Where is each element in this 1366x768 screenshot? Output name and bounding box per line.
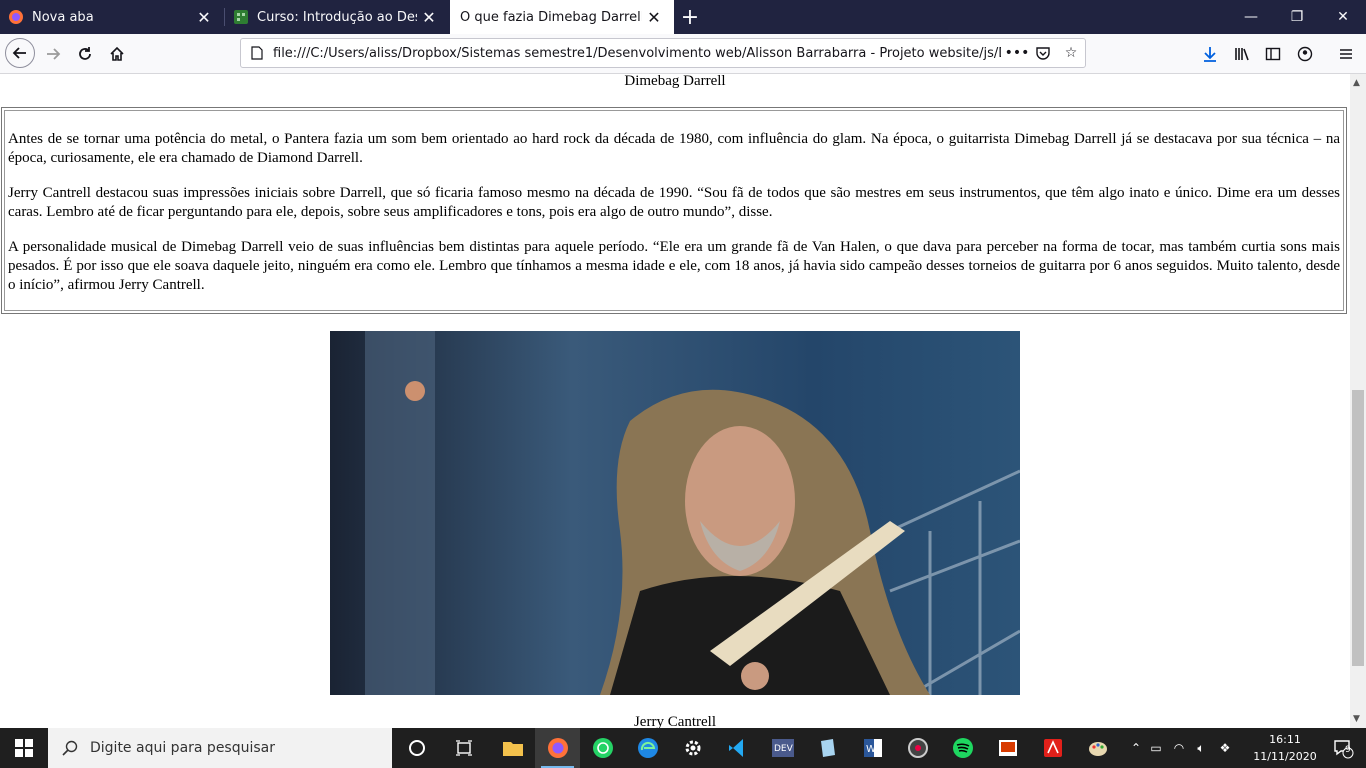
close-icon[interactable]: ✕: [192, 5, 216, 29]
article-cell: Antes de se tornar uma potência do metal…: [4, 110, 1344, 311]
home-icon[interactable]: [102, 39, 132, 69]
vscode-icon[interactable]: [715, 728, 760, 768]
presentation-app-icon[interactable]: [985, 728, 1030, 768]
scroll-down-icon[interactable]: ▼: [1353, 714, 1360, 724]
spotify-icon[interactable]: [940, 728, 985, 768]
media-player-icon[interactable]: [895, 728, 940, 768]
dropbox-icon[interactable]: ❖: [1212, 741, 1238, 755]
tab-bar: Nova aba ✕ Curso: Introdução ao Desenvol…: [0, 0, 1366, 34]
tab-curso[interactable]: Curso: Introdução ao Desenvolvimento Web…: [225, 0, 449, 34]
tab-label: O que fazia Dimebag Darrell ser único: [460, 9, 642, 25]
minimize-icon[interactable]: —: [1228, 0, 1274, 34]
page-content: Dimebag Darrell Antes de se tornar uma p…: [0, 74, 1350, 728]
bookmark-star-icon[interactable]: ☆: [1061, 43, 1081, 63]
battery-icon[interactable]: ▭: [1144, 741, 1168, 755]
settings-gear-icon[interactable]: [670, 728, 715, 768]
svg-text:W: W: [866, 744, 876, 755]
restore-icon[interactable]: ❐: [1274, 0, 1320, 34]
account-icon[interactable]: [1290, 39, 1320, 69]
chevron-up-icon[interactable]: ⌃: [1128, 741, 1144, 755]
window-close-icon[interactable]: ✕: [1320, 0, 1366, 34]
downloads-icon[interactable]: [1195, 39, 1225, 69]
top-caption: Dimebag Darrell: [624, 74, 726, 89]
clock-date: 11/11/2020: [1253, 750, 1317, 763]
url-bar[interactable]: file:///C:/Users/aliss/Dropbox/Sistemas …: [240, 38, 1086, 68]
search-icon: [62, 740, 78, 756]
close-icon[interactable]: ✕: [642, 5, 666, 29]
scroll-up-icon[interactable]: ▲: [1353, 78, 1360, 88]
taskbar-search-box[interactable]: Digite aqui para pesquisar: [48, 728, 392, 768]
more-actions-icon[interactable]: •••: [1005, 43, 1030, 63]
file-explorer-icon[interactable]: [490, 728, 535, 768]
paint-icon[interactable]: [1075, 728, 1120, 768]
library-icon[interactable]: [1227, 39, 1257, 69]
back-arrow-icon[interactable]: [5, 38, 35, 68]
search-placeholder: Digite aqui para pesquisar: [90, 740, 276, 756]
vertical-scrollbar[interactable]: ▲ ▼: [1350, 74, 1366, 728]
devcpp-icon[interactable]: DEV: [760, 728, 805, 768]
article-table: Antes de se tornar uma potência do metal…: [1, 107, 1347, 314]
firefox-taskbar-icon[interactable]: [535, 728, 580, 768]
acrobat-icon[interactable]: [1030, 728, 1075, 768]
photo-caption: Jerry Cantrell: [633, 714, 717, 728]
whatsapp-icon[interactable]: [580, 728, 625, 768]
volume-icon[interactable]: 🔈︎: [1190, 741, 1212, 756]
reload-icon[interactable]: [70, 39, 100, 69]
cortana-icon[interactable]: [394, 728, 439, 768]
tab-dimebag[interactable]: O que fazia Dimebag Darrell ser único ✕: [450, 0, 674, 34]
notification-center-icon[interactable]: 9: [1320, 728, 1365, 768]
paragraph-1: Antes de se tornar uma potência do metal…: [8, 131, 1340, 166]
svg-text:DEV: DEV: [774, 744, 794, 754]
scrollbar-thumb[interactable]: [1352, 390, 1364, 666]
pocket-icon[interactable]: [1033, 43, 1053, 63]
guitarist-photo: [330, 331, 1020, 695]
edge-icon[interactable]: [625, 728, 670, 768]
wifi-icon[interactable]: ◠: [1168, 741, 1190, 755]
tab-nova-aba[interactable]: Nova aba ✕: [0, 0, 224, 34]
paragraph-3: A personalidade musical de Dimebag Darre…: [8, 239, 1340, 293]
notepad-icon[interactable]: [805, 728, 850, 768]
close-icon[interactable]: ✕: [417, 5, 441, 29]
sidebar-icon[interactable]: [1258, 39, 1288, 69]
notification-count: 9: [1345, 745, 1351, 755]
navigation-bar: file:///C:/Users/aliss/Dropbox/Sistemas …: [0, 34, 1366, 74]
clock-time: 16:11: [1269, 733, 1301, 746]
system-tray: ⌃ ▭ ◠ 🔈︎ ❖: [1128, 728, 1238, 768]
tab-label: Nova aba: [32, 9, 94, 25]
task-view-icon[interactable]: [441, 728, 486, 768]
firefox-icon: [9, 10, 23, 24]
url-text: file:///C:/Users/aliss/Dropbox/Sistemas …: [273, 45, 1001, 61]
page-icon: [247, 43, 267, 63]
windows-start-icon[interactable]: [0, 728, 48, 768]
new-tab-plus-icon[interactable]: +: [676, 3, 704, 31]
paragraph-2: Jerry Cantrell destacou suas impressões …: [8, 185, 1340, 220]
menu-hamburger-icon[interactable]: [1331, 39, 1361, 69]
forward-arrow-icon[interactable]: [38, 39, 68, 69]
taskbar-clock[interactable]: 16:11 11/11/2020: [1250, 731, 1320, 765]
course-icon: [234, 10, 248, 24]
word-icon[interactable]: W: [850, 728, 895, 768]
tab-label: Curso: Introdução ao Desenvolvimento Web: [257, 9, 417, 25]
windows-taskbar: Digite aqui para pesquisar DEV W ⌃ ▭ ◠ 🔈…: [0, 728, 1366, 768]
